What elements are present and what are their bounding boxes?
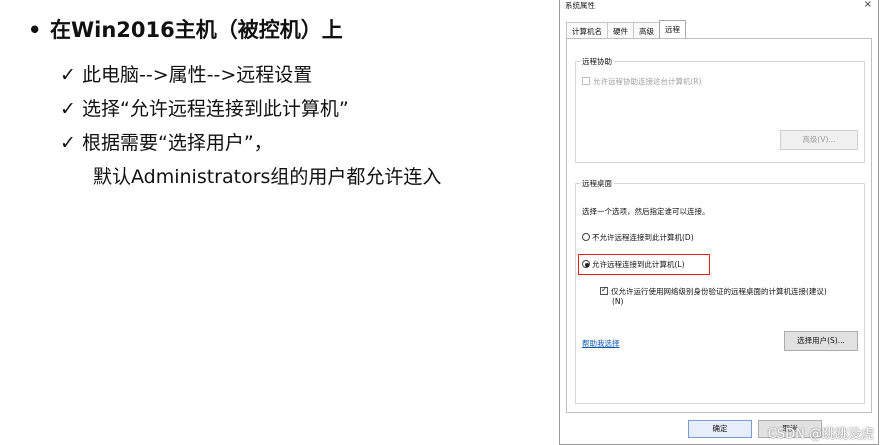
check-mark-icon: ✓ [60,98,76,120]
slide-step-3-continuation: 默认Administrators组的用户都允许连入 [93,166,442,188]
tab-remote[interactable]: 远程 [659,20,686,38]
slide-heading: • 在Win2016主机（被控机）上 [28,14,343,44]
remote-desktop-legend: 远程桌面 [580,178,614,189]
nla-checkbox[interactable] [600,285,608,295]
remote-assistance-group: 远程协助 允许远程协助连接这台计算机(R) 高级(V)... [575,56,865,163]
close-icon[interactable]: × [864,0,872,10]
system-properties-dialog: 系统属性 × 计算机名 硬件 高级 远程 远程协助 允许远程协助连接这台计算机(… [559,0,879,445]
remote-desktop-group: 远程桌面 选择一个选项，然后指定谁可以连接。 不允许远程连接到此计算机(D) 允… [575,178,865,404]
highlight-box [578,254,710,275]
slide-heading-text: 在Win2016主机（被控机）上 [50,18,343,42]
tab-advanced[interactable]: 高级 [633,22,660,38]
remote-assistance-option[interactable]: 允许远程协助连接这台计算机(R) [582,76,702,87]
remote-tab-panel: 远程协助 允许远程协助连接这台计算机(R) 高级(V)... 远程桌面 选择一个… [566,38,872,413]
nla-checkbox-label: 仅允许运行使用网络级别身份验证的远程桌面的计算机连接(建议) [611,287,827,296]
nla-checkbox-label-line2: (N) [612,297,624,306]
bullet-dot: • [28,18,42,42]
option-disallow-label: 不允许远程连接到此计算机(D) [592,233,694,242]
ok-button[interactable]: 确定 [688,420,752,438]
dialog-title: 系统属性 [565,1,595,10]
select-users-button[interactable]: 选择用户(S)... [784,331,858,351]
slide-step-2: ✓ 选择“允许远程连接到此计算机” [60,94,349,121]
tab-computer-name[interactable]: 计算机名 [566,22,608,38]
remote-desktop-instruction: 选择一个选项，然后指定谁可以连接。 [582,207,710,216]
radio-disallow[interactable] [582,233,590,241]
slide-text-area: • 在Win2016主机（被控机）上 ✓ 此电脑-->属性-->远程设置 ✓ 选择“允… [0,0,555,445]
slide-step-text: 根据需要“选择用户”， [82,132,273,154]
dialog-titlebar: 系统属性 × [560,0,878,14]
slide-step-text: 选择“允许远程连接到此计算机” [82,98,349,120]
check-mark-icon: ✓ [60,64,76,86]
slide-step-3: ✓ 根据需要“选择用户”， [60,128,273,155]
slide-step-text: 此电脑-->属性-->远程设置 [82,64,313,86]
watermark: CSDN @跳跳没虎 [767,427,874,442]
remote-assistance-checkbox[interactable] [582,77,590,85]
check-mark-icon: ✓ [60,132,76,154]
tab-bar: 计算机名 硬件 高级 远程 [566,20,686,38]
option-disallow-remote[interactable]: 不允许远程连接到此计算机(D) [582,232,694,243]
slide-step-1: ✓ 此电脑-->属性-->远程设置 [60,60,312,87]
remote-assistance-legend: 远程协助 [580,56,614,67]
nla-option[interactable]: 仅允许运行使用网络级别身份验证的远程桌面的计算机连接(建议) [600,285,827,297]
tab-hardware[interactable]: 硬件 [607,22,634,38]
help-me-choose-link[interactable]: 帮助我选择 [582,338,620,349]
remote-assistance-checkbox-label: 允许远程协助连接这台计算机(R) [593,77,702,86]
advanced-button[interactable]: 高级(V)... [780,130,858,150]
